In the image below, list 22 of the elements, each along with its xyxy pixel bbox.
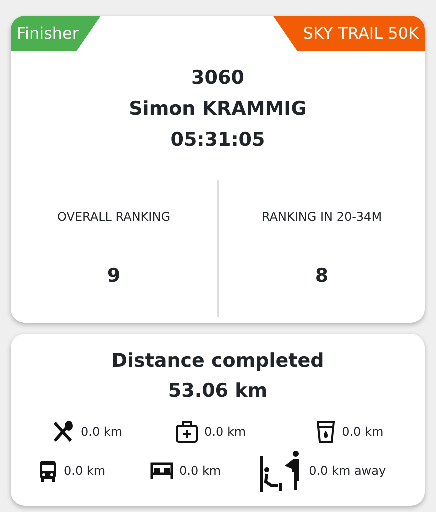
ranking-value: 9: [107, 265, 121, 287]
bed-icon: [150, 461, 174, 481]
distance-text: 0.0 km: [64, 463, 106, 480]
finisher-ribbon: Finisher: [11, 16, 101, 51]
distance-value: 53.06 km: [168, 380, 268, 402]
distance-text: 0.0 km: [204, 424, 246, 441]
bus-icon: [38, 459, 58, 483]
fork-spoon-icon: [51, 420, 75, 444]
ranking-label: RANKING IN 20-34M: [262, 209, 382, 226]
race-ribbon: SKY TRAIL 50K: [273, 16, 425, 51]
distance-title: Distance completed: [112, 350, 324, 372]
ranking-value: 8: [315, 265, 329, 287]
runner-name: Simon KRAMMIG: [129, 98, 307, 120]
distance-text: 0.0 km away: [309, 463, 386, 480]
water-cup-icon: [316, 420, 336, 444]
bib-number: 3060: [192, 67, 244, 89]
finish-time: 05:31:05: [170, 129, 266, 151]
distance-text: 0.0 km: [180, 463, 222, 480]
distance-text: 0.0 km: [81, 424, 123, 441]
distance-text: 0.0 km: [342, 424, 384, 441]
ranking-label: OVERALL RANKING: [58, 209, 170, 226]
first-aid-kit-icon: [174, 420, 199, 444]
